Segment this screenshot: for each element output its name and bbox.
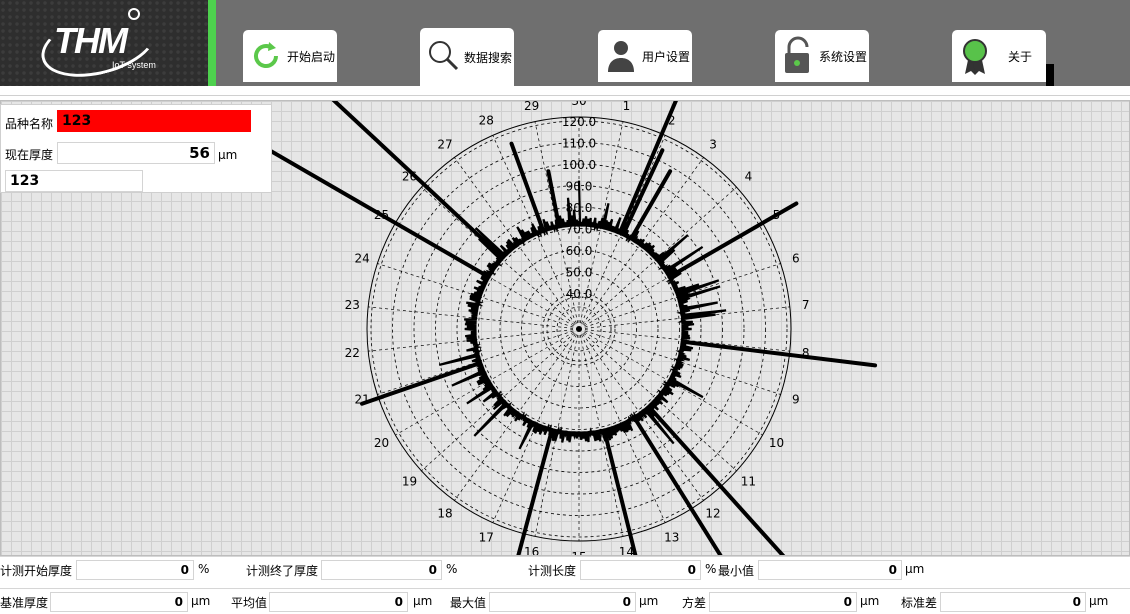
max-value-unit: μm — [639, 594, 659, 608]
variety-label: 品种名称 — [5, 117, 54, 131]
measure-end-thickness-field[interactable]: 0 — [321, 560, 442, 580]
measure-start-thickness-unit: % — [198, 562, 210, 576]
user-icon — [604, 36, 638, 76]
average-unit: μm — [413, 594, 433, 608]
polar-angle-label: 7 — [802, 298, 810, 312]
max-value-label: 最大值 — [450, 596, 487, 610]
base-thickness-label: 基准厚度 — [0, 596, 49, 610]
polar-radial-tick-label: 110.0 — [562, 137, 596, 151]
polar-spike — [360, 361, 482, 406]
polar-angle-label: 24 — [355, 252, 370, 266]
variance-label: 方差 — [682, 596, 707, 610]
polar-angle-label: 9 — [792, 392, 800, 406]
polar-angle-label: 30 — [571, 101, 586, 108]
tab-system-settings[interactable]: 系统设置 — [775, 30, 869, 82]
info-panel: 品种名称 123 现在厚度 56 μm 123 — [0, 104, 272, 193]
base-thickness-field[interactable]: 0 — [50, 592, 188, 612]
tab-user-settings-label: 用户设置 — [642, 49, 691, 64]
polar-angle-label: 3 — [709, 138, 717, 152]
polar-angle-label: 28 — [479, 114, 494, 128]
polar-spike — [516, 428, 554, 555]
polar-angle-label: 22 — [345, 346, 360, 360]
extra-value-field[interactable]: 123 — [5, 170, 143, 192]
min-value-field[interactable]: 0 — [758, 560, 902, 580]
lock-icon — [781, 36, 815, 76]
polar-angle-label: 29 — [524, 101, 539, 113]
average-label: 平均值 — [231, 596, 268, 610]
std-dev-field[interactable]: 0 — [940, 592, 1086, 612]
stats-row-2: 基准厚度 0 μm 平均值 0 μm 最大值 0 μm 方差 0 μm 标准差 … — [0, 588, 1130, 614]
measure-length-unit: % — [705, 562, 717, 576]
refresh-icon — [249, 36, 283, 76]
measure-length-label: 计测长度 — [528, 564, 577, 578]
measure-start-thickness-field[interactable]: 0 — [76, 560, 194, 580]
polar-radial-tick-label: 120.0 — [562, 115, 596, 129]
thickness-label: 现在厚度 — [5, 148, 54, 162]
polar-radial-tick-label: 100.0 — [562, 158, 596, 172]
std-dev-unit: μm — [1089, 594, 1109, 608]
tab-start[interactable]: 开始启动 — [243, 30, 337, 82]
polar-spike — [509, 141, 546, 233]
logo-dot — [128, 8, 140, 20]
award-icon — [958, 36, 992, 76]
std-dev-label: 标准差 — [901, 596, 938, 610]
polar-spike — [632, 415, 723, 555]
polar-angle-label: 12 — [705, 506, 720, 520]
polar-angle-label: 1 — [623, 101, 631, 113]
header-divider-strip — [0, 86, 1130, 96]
min-value-unit: μm — [905, 562, 925, 576]
polar-data-trace — [438, 180, 727, 450]
polar-angle-label: 19 — [402, 475, 417, 489]
tab-data-search-label: 数据搜索 — [464, 50, 513, 65]
polar-angle-label: 17 — [479, 530, 494, 544]
polar-angle-label: 13 — [664, 530, 679, 544]
polar-angle-label: 11 — [741, 475, 756, 489]
variance-unit: μm — [860, 594, 880, 608]
tab-about-label: 关于 — [1008, 49, 1033, 64]
logo-text: THM — [54, 20, 128, 61]
variety-value-field[interactable]: 123 — [57, 110, 251, 132]
header-bar: THM IoT system 开始启动 数据搜索 用户设置 系统设置 关于 — [0, 0, 1130, 86]
polar-angle-label: 4 — [745, 169, 753, 183]
polar-radial-tick-label: 40.0 — [566, 287, 593, 301]
tab-about[interactable]: 关于 — [952, 30, 1046, 82]
search-icon — [426, 37, 460, 77]
average-field[interactable]: 0 — [269, 592, 408, 612]
polar-angle-label: 18 — [437, 506, 452, 520]
polar-angle-label: 23 — [345, 298, 360, 312]
thickness-value-field[interactable]: 56 — [57, 142, 215, 164]
polar-angle-label: 27 — [437, 138, 452, 152]
polar-angle-label: 10 — [769, 436, 784, 450]
thickness-unit: μm — [218, 148, 238, 162]
polar-spike — [602, 428, 638, 555]
tab-start-label: 开始启动 — [287, 49, 336, 64]
polar-angle-label: 6 — [792, 252, 800, 266]
polar-spike — [681, 339, 878, 368]
measure-start-thickness-label: 计测开始厚度 — [0, 564, 73, 578]
measure-length-field[interactable]: 0 — [580, 560, 701, 580]
polar-angle-label: 20 — [374, 436, 389, 450]
stats-row-1: 计测开始厚度 0 % 计测终了厚度 0 % 计测长度 0 % 最小值 0 μm — [0, 556, 1130, 582]
polar-spike — [546, 169, 562, 229]
tab-user-settings[interactable]: 用户设置 — [598, 30, 692, 82]
min-value-label: 最小值 — [718, 564, 755, 578]
logo-subtext: IoT system — [112, 60, 156, 70]
max-value-field[interactable]: 0 — [489, 592, 636, 612]
logo: THM IoT system — [0, 0, 208, 86]
measure-end-thickness-label: 计测终了厚度 — [246, 564, 319, 578]
tab-system-settings-label: 系统设置 — [819, 49, 868, 64]
header-end-marker — [1046, 64, 1054, 86]
polar-radial-tick-label: 60.0 — [566, 244, 593, 258]
base-thickness-unit: μm — [191, 594, 211, 608]
variance-field[interactable]: 0 — [709, 592, 857, 612]
measure-end-thickness-unit: % — [446, 562, 458, 576]
tab-data-search[interactable]: 数据搜索 — [420, 28, 514, 86]
polar-radial-tick-label: 50.0 — [566, 266, 593, 280]
accent-bar — [208, 0, 216, 86]
polar-angle-label: 16 — [524, 545, 539, 556]
